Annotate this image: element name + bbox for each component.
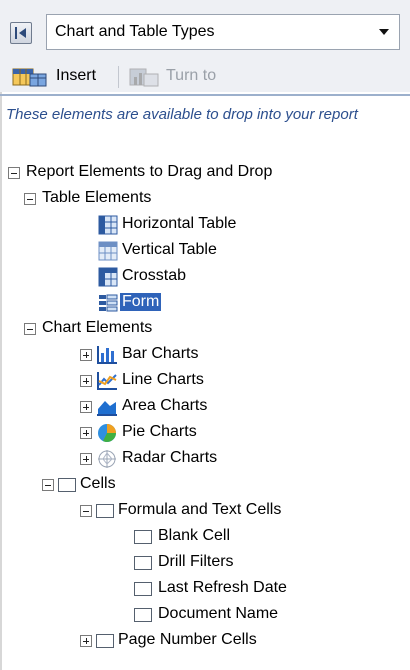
crosstab-icon	[98, 267, 118, 292]
collapse-toggle-icon[interactable]	[24, 193, 36, 205]
form-label: Form	[120, 293, 162, 311]
turn-to-button[interactable]: Turn to	[166, 67, 216, 85]
tree-cells[interactable]: Cells	[0, 472, 410, 498]
document-name-label: Document Name	[158, 605, 279, 622]
tree-formula-text-cells[interactable]: Formula and Text Cells	[0, 498, 410, 524]
pie-chart-icon	[97, 423, 117, 448]
bar-charts-label: Bar Charts	[122, 345, 199, 362]
cell-icon	[134, 556, 152, 570]
pie-charts-label: Pie Charts	[122, 423, 197, 440]
tree-item-radar-charts[interactable]: Radar Charts	[0, 446, 410, 472]
expand-toggle-icon[interactable]	[80, 427, 92, 439]
collapse-toggle-icon[interactable]	[24, 323, 36, 335]
drop-hint-text: These elements are available to drop int…	[6, 106, 358, 123]
collapse-arrow-icon	[15, 27, 26, 39]
tree-root[interactable]: Report Elements to Drag and Drop	[0, 160, 410, 186]
collapse-toggle-icon[interactable]	[80, 505, 92, 517]
cell-icon	[134, 530, 152, 544]
dropdown-value: Chart and Table Types	[55, 23, 215, 40]
tree-item-line-charts[interactable]: Line Charts	[0, 368, 410, 394]
collapse-toggle-icon[interactable]	[8, 167, 20, 179]
tree-item-last-refresh-date[interactable]: Last Refresh Date	[0, 576, 410, 602]
top-row: Chart and Table Types	[0, 0, 410, 62]
tree-item-bar-charts[interactable]: Bar Charts	[0, 342, 410, 368]
vertical-table-label: Vertical Table	[122, 241, 217, 258]
expand-toggle-icon[interactable]	[80, 635, 92, 647]
formula-text-cells-label: Formula and Text Cells	[118, 501, 282, 518]
page-number-cells-label: Page Number Cells	[118, 631, 257, 648]
bar-chart-icon	[96, 345, 118, 370]
tree-item-area-charts[interactable]: Area Charts	[0, 394, 410, 420]
line-charts-label: Line Charts	[122, 371, 204, 388]
tree-item-drill-filters[interactable]: Drill Filters	[0, 550, 410, 576]
tree-item-horizontal-table[interactable]: Horizontal Table	[0, 212, 410, 238]
tree-table-elements[interactable]: Table Elements	[0, 186, 410, 212]
tree-item-vertical-table[interactable]: Vertical Table	[0, 238, 410, 264]
radar-chart-icon	[97, 449, 117, 474]
blank-cell-label: Blank Cell	[158, 527, 231, 544]
expand-toggle-icon[interactable]	[80, 453, 92, 465]
table-elements-label: Table Elements	[42, 189, 152, 206]
tree-root-label: Report Elements to Drag and Drop	[26, 163, 273, 180]
area-chart-icon	[96, 397, 118, 422]
cell-icon	[96, 504, 114, 518]
cells-label: Cells	[80, 475, 116, 492]
expand-toggle-icon[interactable]	[80, 401, 92, 413]
tree-page-number-cells[interactable]: Page Number Cells	[0, 628, 410, 654]
radar-charts-label: Radar Charts	[122, 449, 218, 466]
cell-icon	[96, 634, 114, 648]
tree-item-form[interactable]: Form	[0, 290, 410, 316]
dropdown-arrow-icon[interactable]	[379, 29, 389, 35]
toolbar-divider	[0, 94, 410, 96]
last-refresh-date-label: Last Refresh Date	[158, 579, 287, 596]
expand-toggle-icon[interactable]	[80, 375, 92, 387]
tree-item-pie-charts[interactable]: Pie Charts	[0, 420, 410, 446]
report-elements-panel: Chart and Table Types Insert Turn to The…	[0, 0, 410, 670]
chart-elements-label: Chart Elements	[42, 319, 153, 336]
toolbar: Insert Turn to	[0, 62, 410, 92]
vertical-table-icon	[98, 241, 118, 266]
tree-item-crosstab[interactable]: Crosstab	[0, 264, 410, 290]
insert-button[interactable]: Insert	[56, 67, 96, 85]
tree-chart-elements[interactable]: Chart Elements	[0, 316, 410, 342]
collapse-toggle-icon[interactable]	[42, 479, 54, 491]
horizontal-table-icon	[98, 215, 118, 240]
form-icon	[98, 293, 118, 318]
insert-icon[interactable]	[12, 66, 50, 93]
cell-icon	[134, 582, 152, 596]
turn-to-icon	[128, 66, 162, 93]
collapse-panel-button[interactable]	[10, 22, 32, 44]
area-charts-label: Area Charts	[122, 397, 208, 414]
tree-item-blank-cell[interactable]: Blank Cell	[0, 524, 410, 550]
horizontal-table-label: Horizontal Table	[122, 215, 237, 232]
tree-item-document-name[interactable]: Document Name	[0, 602, 410, 628]
element-type-dropdown[interactable]: Chart and Table Types	[46, 14, 400, 50]
toolbar-separator	[118, 66, 119, 88]
cell-icon	[134, 608, 152, 622]
line-chart-icon	[96, 371, 118, 396]
crosstab-label: Crosstab	[122, 267, 187, 284]
cell-icon	[58, 478, 76, 492]
expand-toggle-icon[interactable]	[80, 349, 92, 361]
drill-filters-label: Drill Filters	[158, 553, 234, 570]
